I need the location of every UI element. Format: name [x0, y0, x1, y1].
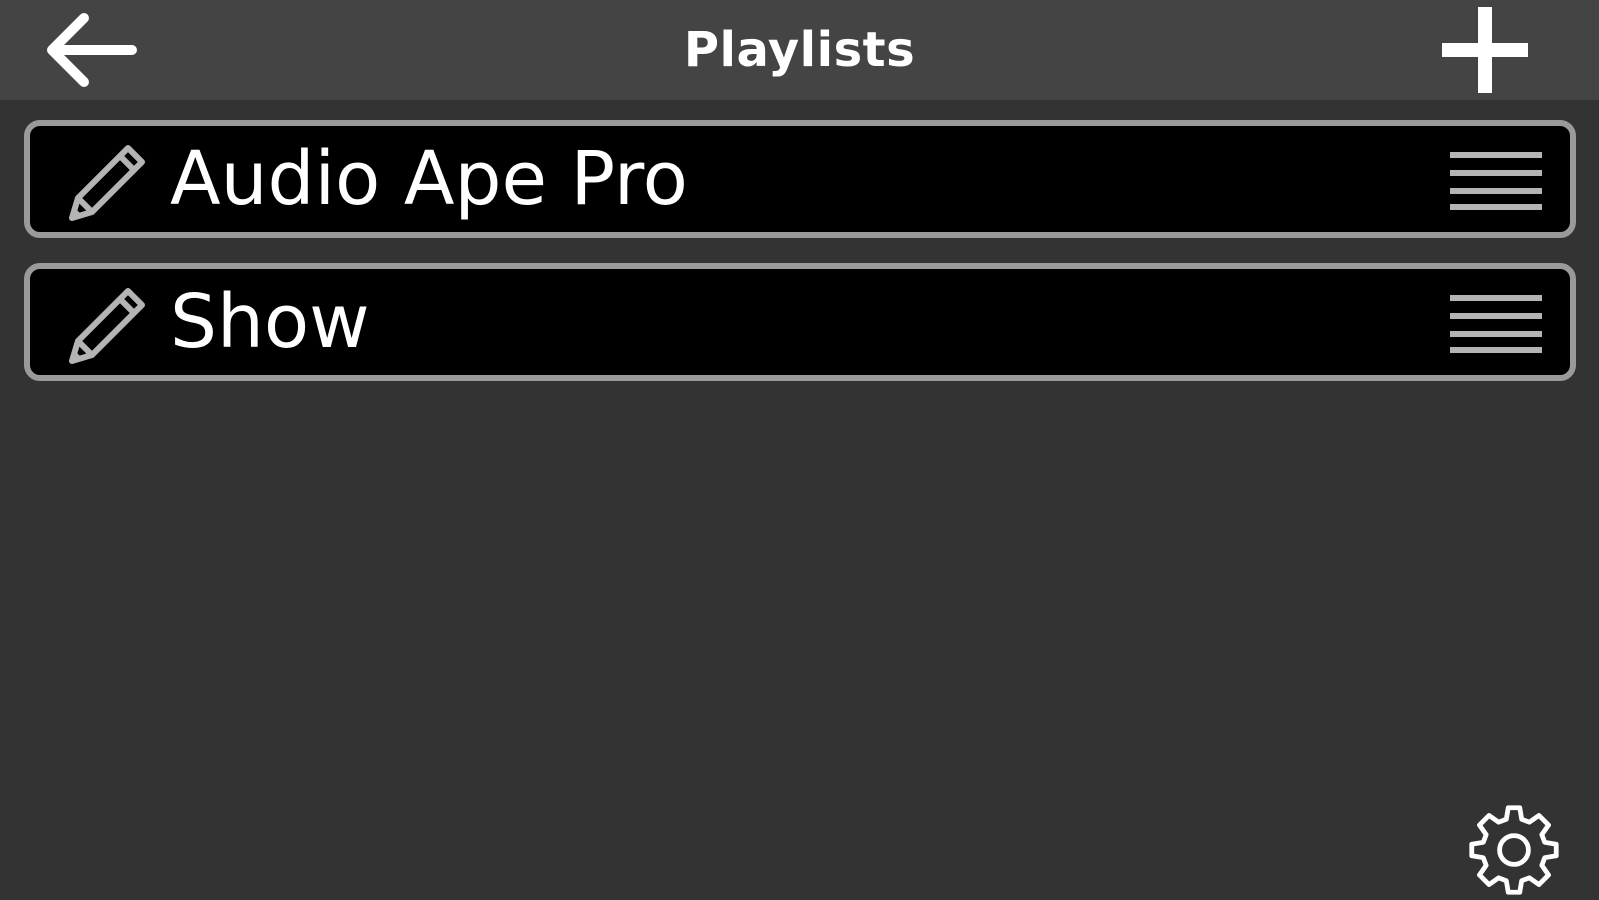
header-bar: Playlists: [0, 0, 1599, 100]
drag-handle-icon[interactable]: [1448, 291, 1544, 355]
playlist-name: Show: [170, 279, 370, 365]
plus-icon: [1442, 7, 1528, 93]
add-playlist-button[interactable]: [1437, 4, 1533, 96]
pencil-icon[interactable]: [62, 283, 152, 369]
page-title: Playlists: [683, 22, 916, 78]
playlist-name: Audio Ape Pro: [170, 136, 688, 222]
playlist-item[interactable]: Show: [24, 263, 1576, 381]
playlist-list: Audio Ape Pro Show: [24, 120, 1576, 406]
drag-handle-icon[interactable]: [1448, 148, 1544, 212]
gear-icon[interactable]: [1466, 802, 1562, 898]
pencil-icon[interactable]: [62, 140, 152, 226]
playlist-item[interactable]: Audio Ape Pro: [24, 120, 1576, 238]
